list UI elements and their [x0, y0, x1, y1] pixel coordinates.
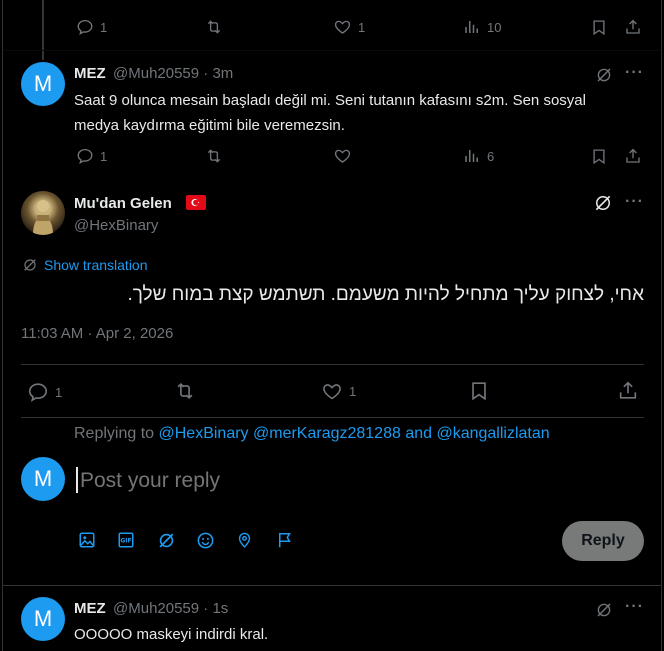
avatar[interactable]: M — [21, 597, 65, 641]
right-border — [661, 0, 662, 651]
reply-icon — [77, 148, 93, 165]
share-button[interactable] — [624, 17, 642, 37]
author-name[interactable]: MEZ — [74, 65, 106, 82]
divider — [3, 50, 661, 51]
reply-icon — [28, 383, 48, 402]
views-count: 6 — [487, 148, 495, 164]
grok-icon — [24, 259, 36, 271]
grok-button[interactable] — [593, 193, 613, 213]
share-icon — [619, 381, 637, 399]
post-text: Saat 9 olunca mesain başladı değil mi. S… — [74, 92, 586, 134]
author-handle[interactable]: @HexBinary — [74, 217, 158, 234]
statue-avatar-icon — [33, 200, 53, 235]
like-count: 1 — [349, 384, 357, 399]
repost-icon — [207, 20, 221, 34]
divider — [21, 364, 644, 365]
like-action[interactable]: 1 — [321, 381, 356, 402]
gif-icon: GIF — [118, 532, 134, 548]
media-button[interactable] — [78, 531, 96, 549]
turkey-flag-icon — [186, 195, 206, 210]
heart-icon — [323, 384, 341, 400]
grok-button[interactable] — [595, 601, 613, 619]
views-icon — [465, 150, 478, 162]
image-icon — [79, 532, 95, 548]
grok-icon — [597, 603, 611, 617]
reply-action[interactable]: 1 — [27, 381, 62, 403]
share-icon — [626, 148, 640, 163]
location-button[interactable] — [236, 531, 253, 550]
like-action[interactable] — [333, 147, 352, 165]
emoji-button[interactable] — [196, 531, 215, 550]
divider — [21, 417, 644, 418]
repost-icon — [177, 382, 193, 400]
left-border — [2, 0, 3, 651]
reply-count: 1 — [100, 148, 108, 164]
reply-action[interactable]: 1 — [76, 147, 107, 165]
repost-action[interactable] — [204, 147, 224, 165]
grok-icon — [595, 195, 611, 211]
heart-icon — [334, 149, 351, 163]
clipped-text — [75, 0, 415, 2]
author-name[interactable]: MEZ — [74, 600, 106, 617]
bookmark-icon — [472, 382, 486, 401]
author-handle[interactable]: @Muh20559 · 3m — [113, 65, 233, 82]
like-count: 1 — [358, 19, 366, 35]
replying-to: Replying to @HexBinary @merKaragz281288 … — [74, 425, 550, 443]
grok-button[interactable] — [595, 66, 613, 84]
avatar[interactable]: M — [21, 457, 65, 501]
reply-count: 1 — [55, 384, 63, 400]
grok-icon — [159, 533, 174, 548]
replying-to-prefix: Replying to — [74, 425, 155, 442]
bookmark-button[interactable] — [590, 147, 608, 166]
location-pin-icon — [238, 532, 251, 548]
avatar-letter: M — [33, 71, 53, 96]
thread-connector — [42, 0, 44, 60]
bookmark-button[interactable] — [468, 380, 490, 402]
post-timestamp[interactable]: 11:03 AM · Apr 2, 2026 — [21, 325, 173, 342]
avatar-letter: M — [33, 606, 53, 631]
bookmark-button[interactable] — [590, 18, 608, 37]
heart-icon — [334, 20, 351, 34]
post-text: אחי, לצחוק עליך מתחיל להיות משעמם. תשתמש… — [127, 284, 645, 305]
reply-button[interactable]: Reply — [562, 521, 644, 561]
flag-button[interactable] — [276, 531, 294, 550]
emoji-icon — [197, 532, 214, 549]
repost-action[interactable] — [173, 380, 197, 402]
avatar[interactable] — [21, 191, 65, 235]
avatar-letter: M — [33, 466, 53, 491]
reply-icon — [77, 19, 93, 36]
more-icon[interactable]: ··· — [625, 193, 644, 211]
author-name[interactable]: Mu'dan Gelen — [74, 195, 172, 212]
avatar[interactable]: M — [21, 62, 65, 106]
svg-text:GIF: GIF — [120, 538, 131, 545]
reply-count: 1 — [100, 19, 108, 35]
share-icon — [626, 19, 640, 34]
more-icon[interactable]: ··· — [625, 64, 644, 82]
divider — [3, 585, 661, 586]
grok-button[interactable] — [157, 531, 176, 550]
views-icon — [465, 21, 478, 33]
views-count: 10 — [487, 19, 502, 35]
like-action[interactable]: 1 — [333, 18, 365, 36]
bookmark-icon — [593, 20, 605, 36]
repost-action[interactable] — [204, 18, 224, 36]
reply-input[interactable] — [78, 463, 622, 499]
gif-button[interactable]: GIF — [117, 531, 135, 549]
share-button[interactable] — [624, 146, 642, 166]
share-button[interactable] — [617, 379, 639, 402]
more-icon[interactable]: ··· — [625, 598, 644, 616]
bookmark-icon — [593, 149, 605, 165]
reply-action[interactable]: 1 — [76, 18, 107, 36]
views-action[interactable]: 6 — [463, 147, 494, 165]
grok-icon — [597, 68, 611, 82]
author-handle[interactable]: @Muh20559 · 1s — [113, 600, 228, 617]
repost-icon — [207, 149, 221, 163]
show-translation-link[interactable]: Show translation — [22, 257, 148, 273]
replying-to-users[interactable]: @HexBinary @merKaragz281288 and @kangall… — [159, 425, 550, 442]
show-translation-label: Show translation — [44, 257, 148, 273]
post-text: OOOOO maskeyi indirdi kral. — [74, 626, 269, 643]
views-action[interactable]: 10 — [463, 18, 501, 36]
flag-icon — [279, 533, 291, 548]
